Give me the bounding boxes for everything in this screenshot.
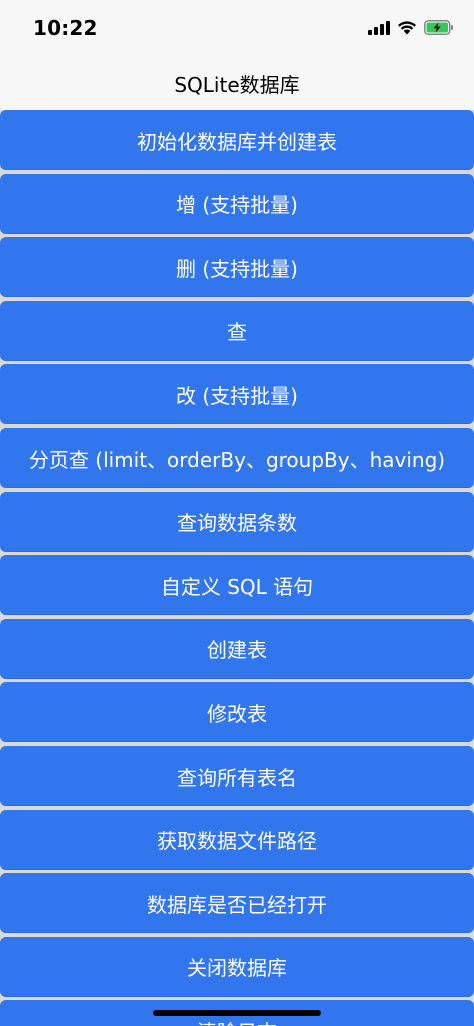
- alter-table-button[interactable]: 修改表: [0, 682, 474, 743]
- button-label: 删 (支持批量): [176, 256, 298, 281]
- button-label: 修改表: [207, 701, 267, 726]
- custom-sql-button[interactable]: 自定义 SQL 语句: [0, 555, 474, 616]
- query-button[interactable]: 查: [0, 300, 474, 361]
- insert-button[interactable]: 增 (支持批量): [0, 173, 474, 234]
- wifi-icon: [397, 20, 417, 39]
- paged-query-button[interactable]: 分页查 (limit、orderBy、groupBy、having): [0, 428, 474, 488]
- status-time: 10:22: [33, 16, 98, 40]
- button-label: 分页查 (limit、orderBy、groupBy、having): [28, 447, 446, 472]
- button-label: 数据库是否已经打开: [147, 892, 327, 917]
- button-label: 增 (支持批量): [176, 193, 298, 218]
- button-label: 查询所有表名: [177, 765, 297, 790]
- battery-charging-icon: [424, 19, 454, 39]
- status-icons: [368, 19, 454, 39]
- create-table-button[interactable]: 创建表: [0, 618, 474, 679]
- close-database-button[interactable]: 关闭数据库: [0, 936, 474, 997]
- button-label: 清除日志: [197, 1016, 277, 1026]
- status-bar: 10:22: [0, 0, 474, 58]
- button-label: 初始化数据库并创建表: [137, 129, 337, 154]
- count-query-button[interactable]: 查询数据条数: [0, 491, 474, 552]
- button-label: 查询数据条数: [177, 511, 297, 536]
- button-label: 改 (支持批量): [176, 383, 298, 408]
- update-button[interactable]: 改 (支持批量): [0, 364, 474, 425]
- page-title: SQLite数据库: [174, 73, 300, 97]
- navigation-bar: SQLite数据库: [0, 58, 474, 110]
- signal-icon: [368, 20, 390, 39]
- home-indicator[interactable]: [153, 1010, 321, 1016]
- button-label: 关闭数据库: [187, 956, 287, 981]
- screen: 10:22 SQLite数据库 初始化数据库并创建表 增 (支持批量) 删 (支…: [0, 0, 474, 1026]
- check-db-open-button[interactable]: 数据库是否已经打开: [0, 873, 474, 934]
- button-label: 获取数据文件路径: [157, 829, 317, 854]
- button-label: 创建表: [207, 638, 267, 663]
- button-label: 查: [227, 320, 247, 345]
- delete-button[interactable]: 删 (支持批量): [0, 237, 474, 298]
- init-database-button[interactable]: 初始化数据库并创建表: [0, 110, 474, 170]
- get-db-path-button[interactable]: 获取数据文件路径: [0, 809, 474, 870]
- button-label: 自定义 SQL 语句: [160, 574, 314, 599]
- query-table-names-button[interactable]: 查询所有表名: [0, 746, 474, 806]
